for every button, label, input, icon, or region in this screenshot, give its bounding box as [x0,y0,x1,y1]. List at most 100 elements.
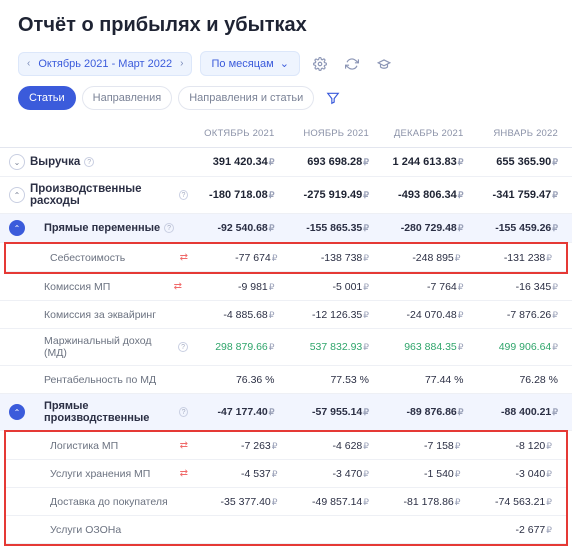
row-revenue: ⌄ Выручка? 391 420.34₽ 693 698.28₽ 1 244… [0,148,572,177]
cell: -24 070.48₽ [377,309,472,321]
cell: -89 876.86₽ [377,406,472,418]
cell: -92 540.68₽ [188,222,283,234]
cell: -138 738₽ [286,252,378,264]
cell: -493 806.34₽ [377,189,472,201]
cell: -47 177.40₽ [188,406,283,418]
tab-directions[interactable]: Направления [82,86,173,110]
collapse-toggle[interactable]: ⌃ [9,187,25,203]
row-mp-commission: Комиссия МП⇄ -9 981₽ -5 001₽ -7 764₽ -16… [0,273,572,301]
row-label: Производственные расходы [30,183,175,207]
cell: -12 126.35₽ [283,309,378,321]
settings-icon[interactable] [308,52,332,76]
date-range-picker[interactable]: ‹ Октябрь 2021 - Март 2022 › [18,52,192,76]
chevron-down-icon: ⌄ [280,57,289,70]
row-prod-expenses: ⌃ Производственные расходы? -180 718.08₽… [0,177,572,214]
row-label: Доставка до покупателя [50,496,168,508]
row-delivery: Доставка до покупателя -35 377.40₽ -49 8… [6,488,566,516]
tab-articles[interactable]: Статьи [18,86,76,110]
link-icon[interactable]: ⇄ [180,468,188,479]
cell: -155 865.35₽ [283,222,378,234]
cell: 77.44 % [377,374,472,386]
education-icon[interactable] [372,52,396,76]
cell: -2 677₽ [469,524,561,536]
row-label: Прямые переменные [44,222,160,234]
chevron-left-icon: ‹ [27,58,30,69]
cell: -88 400.21₽ [472,406,567,418]
table-header-row: ОКТЯБРЬ 2021 НОЯБРЬ 2021 ДЕКАБРЬ 2021 ЯН… [0,120,572,148]
col-header: НОЯБРЬ 2021 [283,128,378,139]
row-label: Маржинальный доход (МД) [44,335,174,359]
highlight-box: Логистика МП⇄ -7 263₽ -4 628₽ -7 158₽ -8… [4,430,568,546]
cell: -341 759.47₽ [472,189,567,201]
row-label: Логистика МП [50,440,118,452]
granularity-dropdown[interactable]: По месяцам ⌄ [200,51,299,76]
cell: 655 365.90₽ [472,156,567,168]
link-icon[interactable]: ⇄ [180,252,188,263]
row-label: Прямые производственные [44,400,175,424]
row-acquiring: Комиссия за эквайринг -4 885.68₽ -12 126… [0,301,572,329]
refresh-icon[interactable] [340,52,364,76]
cell: 77.53 % [283,374,378,386]
link-icon[interactable]: ⇄ [180,440,188,451]
row-label: Услуги хранения МП [50,468,150,480]
row-label: Рентабельность по МД [44,374,156,386]
cell: -248 895₽ [377,252,469,264]
cell: 391 420.34₽ [188,156,283,168]
cell: -275 919.49₽ [283,189,378,201]
col-header: ЯНВАРЬ 2022 [472,128,567,139]
page-title: Отчёт о прибылях и убытках [0,0,572,47]
cell: -155 459.26₽ [472,222,567,234]
row-label: Услуги ОЗОНа [50,524,121,536]
help-icon[interactable]: ? [84,157,94,167]
help-icon[interactable]: ? [178,342,188,352]
row-cogs: Себестоимость ⇄ -77 674₽ -138 738₽ -248 8… [6,244,566,272]
row-label: Себестоимость [50,252,125,264]
filter-icon[interactable] [326,91,340,105]
help-icon[interactable]: ? [179,407,188,417]
cell: -74 563.21₽ [469,496,561,508]
toolbar: ‹ Октябрь 2021 - Март 2022 › По месяцам … [0,47,572,86]
cell: -7 764₽ [377,281,472,293]
cell: 76.36 % [188,374,283,386]
tabs: Статьи Направления Направления и статьи [0,86,572,120]
cell: -180 718.08₽ [188,189,283,201]
row-label: Комиссия за эквайринг [44,309,156,321]
cell: -49 857.14₽ [286,496,378,508]
cell: -280 729.48₽ [377,222,472,234]
col-header: ОКТЯБРЬ 2021 [188,128,283,139]
date-range-label: Октябрь 2021 - Март 2022 [38,58,172,70]
row-direct-variable: ⌃ Прямые переменные? -92 540.68₽ -155 86… [0,214,572,243]
highlight-box: Себестоимость ⇄ -77 674₽ -138 738₽ -248 8… [4,242,568,274]
cell: -4 628₽ [286,440,378,452]
cell: -131 238₽ [469,252,561,264]
cell: 1 244 613.83₽ [377,156,472,168]
report-table: ОКТЯБРЬ 2021 НОЯБРЬ 2021 ДЕКАБРЬ 2021 ЯН… [0,120,572,546]
tab-directions-articles[interactable]: Направления и статьи [178,86,314,110]
cell: -8 120₽ [469,440,561,452]
row-direct-production: ⌃ Прямые производственные? -47 177.40₽ -… [0,394,572,431]
collapse-toggle[interactable]: ⌃ [9,404,25,420]
cell: -3 470₽ [286,468,378,480]
help-icon[interactable]: ? [164,223,174,233]
cell: -57 955.14₽ [283,406,378,418]
col-header: ДЕКАБРЬ 2021 [377,128,472,139]
row-margin: Маржинальный доход (МД)? 298 879.66₽ 537… [0,329,572,366]
collapse-toggle[interactable]: ⌃ [9,220,25,236]
help-icon[interactable]: ? [179,190,188,200]
cell: -5 001₽ [283,281,378,293]
cell: -77 674₽ [194,252,286,264]
cell: 963 884.35₽ [377,341,472,353]
link-icon[interactable]: ⇄ [174,281,182,292]
row-label: Комиссия МП [44,281,110,293]
cell: 298 879.66₽ [188,341,283,353]
cell: -81 178.86₽ [377,496,469,508]
row-logistics: Логистика МП⇄ -7 263₽ -4 628₽ -7 158₽ -8… [6,432,566,460]
cell: -1 540₽ [377,468,469,480]
row-ozon: Услуги ОЗОНа -2 677₽ [6,516,566,544]
cell: 537 832.93₽ [283,341,378,353]
cell: -35 377.40₽ [194,496,286,508]
row-storage: Услуги хранения МП⇄ -4 537₽ -3 470₽ -1 5… [6,460,566,488]
collapse-toggle[interactable]: ⌄ [9,154,25,170]
cell: -7 876.26₽ [472,309,567,321]
cell: -16 345₽ [472,281,567,293]
